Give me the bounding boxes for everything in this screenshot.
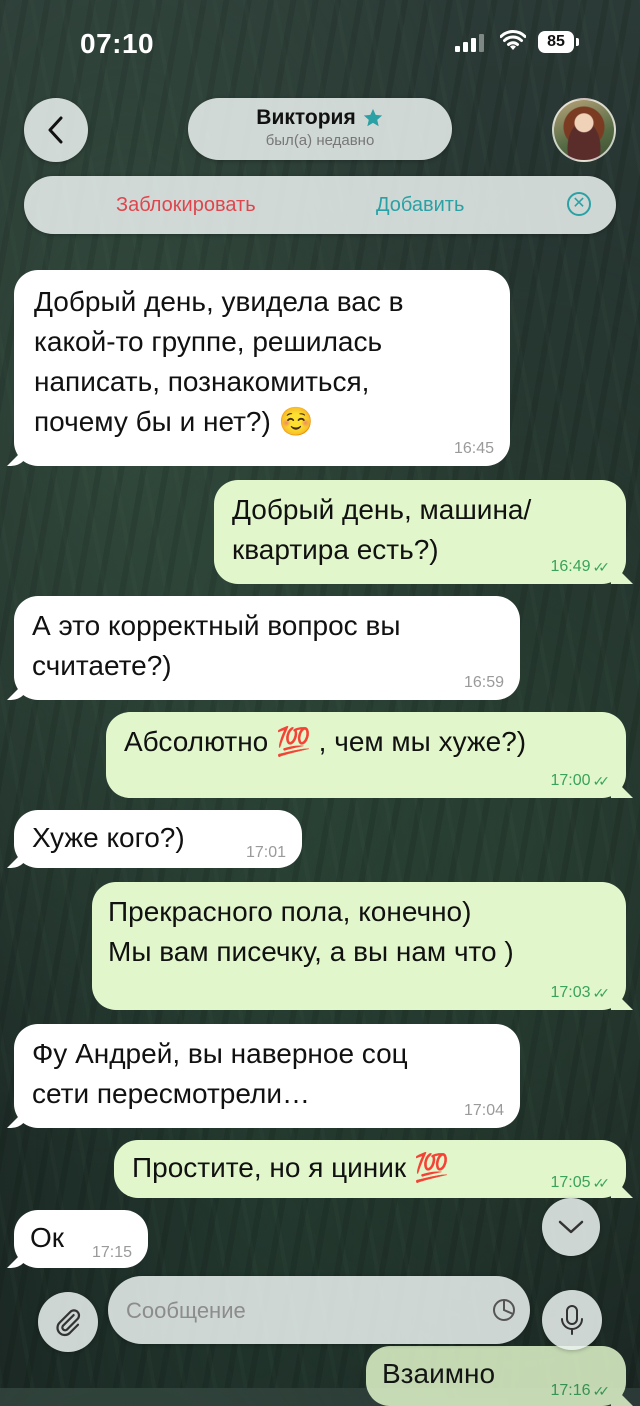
message-bubble[interactable]: А это корректный вопрос вы считаете?) 16…: [14, 596, 520, 700]
avatar[interactable]: [552, 98, 616, 162]
signal-icon: [455, 34, 484, 52]
message-bubble[interactable]: Простите, но я циник 💯 17:05 ✓✓: [114, 1140, 626, 1198]
read-ticks-icon: ✓✓: [592, 773, 611, 789]
microphone-icon: [561, 1305, 583, 1335]
message-time: 17:05: [550, 1174, 591, 1191]
message-time: 17:00: [550, 772, 591, 789]
read-ticks-icon: ✓✓: [592, 1175, 611, 1191]
attach-button[interactable]: [38, 1292, 98, 1352]
chevron-down-icon: [558, 1220, 584, 1234]
message-time: 17:15: [91, 1244, 132, 1261]
message-input[interactable]: Сообщение: [108, 1276, 530, 1344]
contact-status: был(а) недавно: [265, 132, 375, 149]
message-text: А это корректный вопрос вы считаете?): [32, 610, 401, 681]
star-icon: [363, 108, 382, 127]
action-bar: Заблокировать Добавить ✕: [24, 176, 616, 234]
scroll-down-button[interactable]: [542, 1198, 600, 1256]
read-ticks-icon: ✓✓: [592, 985, 611, 1001]
voice-message-button[interactable]: [542, 1290, 602, 1350]
composer-bar: Сообщение: [0, 1270, 640, 1388]
add-contact-button[interactable]: Добавить: [376, 194, 464, 217]
sticker-icon[interactable]: [492, 1298, 516, 1322]
block-button[interactable]: Заблокировать: [116, 194, 256, 217]
status-bar: 07:10 85: [0, 0, 640, 86]
read-ticks-icon: ✓✓: [592, 559, 611, 575]
message-bubble[interactable]: Фу Андрей, вы наверное соц сети пересмот…: [14, 1024, 520, 1128]
message-placeholder: Сообщение: [126, 1298, 246, 1323]
message-time: 16:45: [453, 440, 494, 457]
message-time: 17:01: [245, 844, 286, 861]
close-icon[interactable]: ✕: [567, 192, 591, 216]
message-time: 16:49: [550, 558, 591, 575]
status-time: 07:10: [80, 28, 155, 59]
chevron-left-icon: [48, 116, 63, 144]
paperclip-icon: [56, 1309, 81, 1337]
message-bubble[interactable]: Добрый день, увидела вас в какой-то груп…: [14, 270, 510, 466]
message-time: 16:59: [463, 674, 504, 691]
battery-indicator: 85: [538, 31, 579, 53]
message-bubble[interactable]: Прекрасного пола, конечно) Мы вам писечк…: [92, 882, 626, 1010]
message-text: Прекрасного пола, конечно) Мы вам писечк…: [108, 896, 514, 967]
message-bubble[interactable]: Хуже кого?) 17:01: [14, 810, 302, 868]
chat-title[interactable]: Виктория был(а) недавно: [188, 98, 452, 160]
message-bubble[interactable]: Абсолютно 💯 , чем мы хуже?) 17:00 ✓✓: [106, 712, 626, 798]
back-button[interactable]: [24, 98, 88, 162]
message-text: Фу Андрей, вы наверное соц сети пересмот…: [32, 1038, 408, 1109]
message-time: 17:03: [550, 984, 591, 1001]
message-text: Простите, но я циник 💯: [132, 1152, 449, 1183]
message-text: Абсолютно 💯 , чем мы хуже?): [124, 726, 527, 757]
message-time: 17:04: [463, 1102, 504, 1119]
message-bubble[interactable]: Ок 17:15: [14, 1210, 148, 1268]
message-text: Добрый день, увидела вас в какой-то груп…: [34, 286, 404, 437]
contact-name: Виктория: [256, 106, 356, 129]
message-bubble[interactable]: Добрый день, машина/ квартира есть?) 16:…: [214, 480, 626, 584]
wifi-icon: [500, 30, 526, 50]
